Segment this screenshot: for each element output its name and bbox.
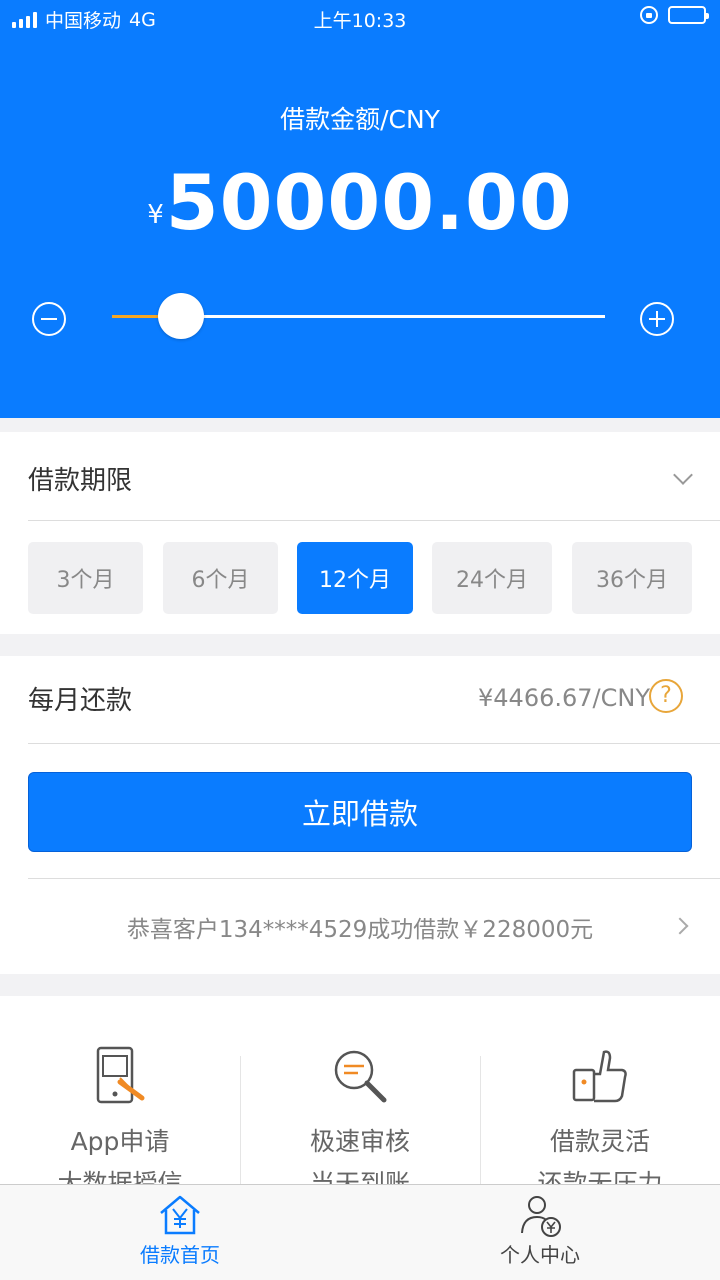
bottom-tab-bar: 借款首页 个人中心	[0, 1184, 720, 1280]
term-section: 借款期限 3个月 6个月 12个月 24个月 36个月	[0, 432, 720, 634]
phone-touch-icon	[96, 1046, 145, 1104]
success-notice[interactable]: 恭喜客户134****4529成功借款￥228000元	[0, 910, 720, 944]
rotation-lock-icon	[640, 6, 658, 24]
features-section: App申请 大数据授信 极速审核 当天到账 借款灵活 还款无压力	[0, 996, 720, 1184]
feature-title: 借款灵活	[549, 1127, 650, 1156]
monthly-payment-title: 每月还款	[28, 686, 133, 716]
feature-flexible-loan: 借款灵活 还款无压力	[480, 1046, 720, 1184]
status-time: 上午10:33	[313, 10, 407, 32]
feature-subtitle: 当天到账	[309, 1169, 410, 1184]
amount-slider[interactable]	[112, 293, 605, 339]
battery-icon	[668, 6, 709, 24]
feature-subtitle: 大数据授信	[57, 1169, 183, 1184]
feature-subtitle: 还款无压力	[537, 1169, 663, 1184]
feature-app-apply: App申请 大数据授信	[0, 1046, 240, 1184]
thumbs-up-icon	[572, 1050, 627, 1103]
amount-label: 借款金额/CNY	[280, 105, 440, 134]
loan-amount: ¥50000.00	[0, 158, 720, 247]
slider-thumb[interactable]	[158, 293, 204, 339]
feature-fast-review: 极速审核 当天到账	[240, 1046, 480, 1184]
feature-title: 极速审核	[309, 1127, 410, 1156]
term-option-3[interactable]: 3个月	[28, 542, 143, 614]
monthly-payment-value: ¥4466.67/CNY	[478, 684, 650, 712]
term-option-24[interactable]: 24个月	[432, 542, 552, 614]
help-icon[interactable]: ?	[649, 679, 683, 713]
user-yen-icon	[521, 1196, 561, 1237]
term-option-6[interactable]: 6个月	[163, 542, 278, 614]
term-title: 借款期限	[28, 466, 133, 496]
increase-amount-button[interactable]	[640, 302, 674, 336]
amount-value: 50000.00	[165, 158, 573, 247]
borrow-now-button[interactable]: 立即借款	[28, 772, 692, 852]
currency-symbol: ¥	[147, 200, 164, 230]
feature-title: App申请	[70, 1127, 170, 1156]
tab-label: 个人中心	[500, 1243, 580, 1267]
divider	[28, 743, 720, 744]
search-review-icon	[334, 1050, 387, 1103]
status-bar: 中国移动 4G 上午10:33	[0, 0, 720, 36]
decrease-amount-button[interactable]	[32, 302, 66, 336]
tab-loan-home[interactable]: 借款首页	[0, 1193, 360, 1268]
divider	[28, 878, 720, 879]
term-option-36[interactable]: 36个月	[572, 542, 692, 614]
tab-profile[interactable]: 个人中心	[360, 1193, 720, 1268]
home-yen-icon	[160, 1195, 200, 1235]
tab-label: 借款首页	[140, 1243, 220, 1267]
term-option-12[interactable]: 12个月	[297, 542, 413, 614]
divider	[28, 520, 720, 521]
term-options: 3个月 6个月 12个月 24个月 36个月	[28, 542, 692, 614]
chevron-down-icon[interactable]	[673, 465, 693, 485]
payment-section: 每月还款 ¥4466.67/CNY ? 立即借款 恭喜客户134****4529…	[0, 656, 720, 974]
amount-header: 中国移动 4G 上午10:33 借款金额/CNY ¥50000.00	[0, 0, 720, 418]
